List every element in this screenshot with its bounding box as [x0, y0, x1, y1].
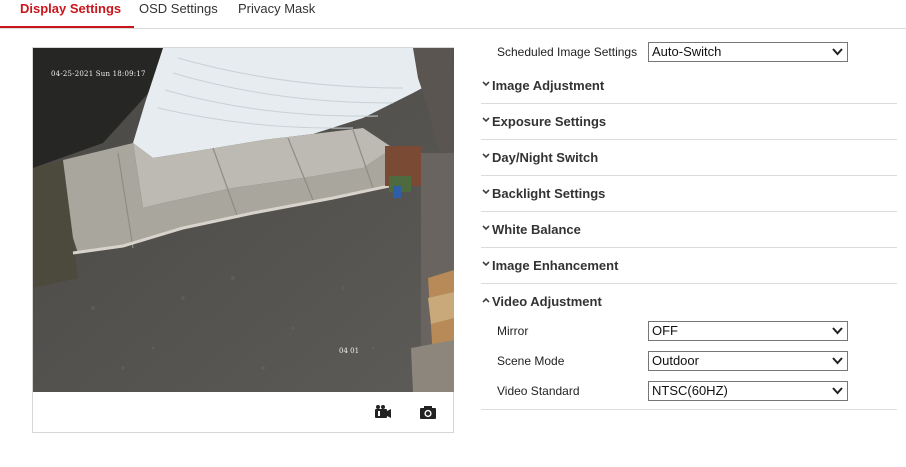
tab-osd-settings[interactable]: OSD Settings: [139, 0, 218, 26]
chevron-down-icon: [832, 357, 843, 365]
chevron-down-icon: [482, 261, 490, 267]
section-video-adjustment[interactable]: Video Adjustment: [481, 284, 897, 320]
chevron-down-icon: [482, 225, 490, 231]
section-day-night-switch[interactable]: Day/Night Switch: [481, 140, 897, 176]
tab-display-settings[interactable]: Display Settings: [0, 0, 135, 28]
scheduled-image-settings-label: Scheduled Image Settings: [497, 45, 638, 59]
section-title: White Balance: [492, 222, 581, 237]
camera-snapshot-icon[interactable]: [419, 404, 437, 420]
chevron-down-icon: [832, 327, 843, 335]
section-image-adjustment[interactable]: Image Adjustment: [481, 68, 897, 104]
preview-toolbar: [33, 392, 453, 433]
tab-bar: Display Settings OSD Settings Privacy Ma…: [0, 0, 906, 29]
camera-image: 04-25-2021 Sun 18:09:17 04 01: [33, 48, 454, 392]
mirror-label: Mirror: [497, 324, 529, 338]
mirror-row: Mirror OFF: [481, 320, 897, 350]
video-standard-row: Video Standard NTSC(60HZ): [481, 380, 897, 410]
scheduled-image-settings-select[interactable]: Auto-Switch: [648, 42, 848, 62]
mirror-value: OFF: [652, 323, 678, 338]
record-video-icon[interactable]: [374, 404, 392, 420]
chevron-up-icon: [482, 297, 490, 303]
scheduled-image-settings-row: Scheduled Image Settings Auto-Switch: [481, 39, 897, 67]
section-backlight-settings[interactable]: Backlight Settings: [481, 176, 897, 212]
scene-mode-value: Outdoor: [652, 353, 699, 368]
section-title: Image Adjustment: [492, 78, 605, 93]
section-title: Exposure Settings: [492, 114, 607, 129]
live-preview: 04-25-2021 Sun 18:09:17 04 01: [32, 47, 454, 433]
chevron-down-icon: [482, 189, 490, 195]
tab-privacy-mask[interactable]: Privacy Mask: [238, 0, 315, 26]
chevron-down-icon: [482, 81, 490, 87]
video-standard-select[interactable]: NTSC(60HZ): [648, 381, 848, 401]
scene-mode-select[interactable]: Outdoor: [648, 351, 848, 371]
section-title: Image Enhancement: [492, 258, 619, 273]
section-exposure-settings[interactable]: Exposure Settings: [481, 104, 897, 140]
scene-mode-row: Scene Mode Outdoor: [481, 350, 897, 380]
video-standard-label: Video Standard: [497, 384, 580, 398]
chevron-down-icon: [832, 48, 843, 56]
chevron-down-icon: [482, 153, 490, 159]
scene-mode-label: Scene Mode: [497, 354, 565, 368]
chevron-down-icon: [482, 117, 490, 123]
section-title: Video Adjustment: [492, 294, 602, 309]
section-title: Day/Night Switch: [492, 150, 599, 165]
osd-camera-name: 04 01: [339, 347, 360, 355]
chevron-down-icon: [832, 387, 843, 395]
section-white-balance[interactable]: White Balance: [481, 212, 897, 248]
section-image-enhancement[interactable]: Image Enhancement: [481, 248, 897, 284]
scheduled-image-settings-value: Auto-Switch: [652, 44, 722, 59]
video-standard-value: NTSC(60HZ): [652, 383, 728, 398]
mirror-select[interactable]: OFF: [648, 321, 848, 341]
section-title: Backlight Settings: [492, 186, 606, 201]
osd-timestamp: 04-25-2021 Sun 18:09:17: [51, 70, 146, 78]
